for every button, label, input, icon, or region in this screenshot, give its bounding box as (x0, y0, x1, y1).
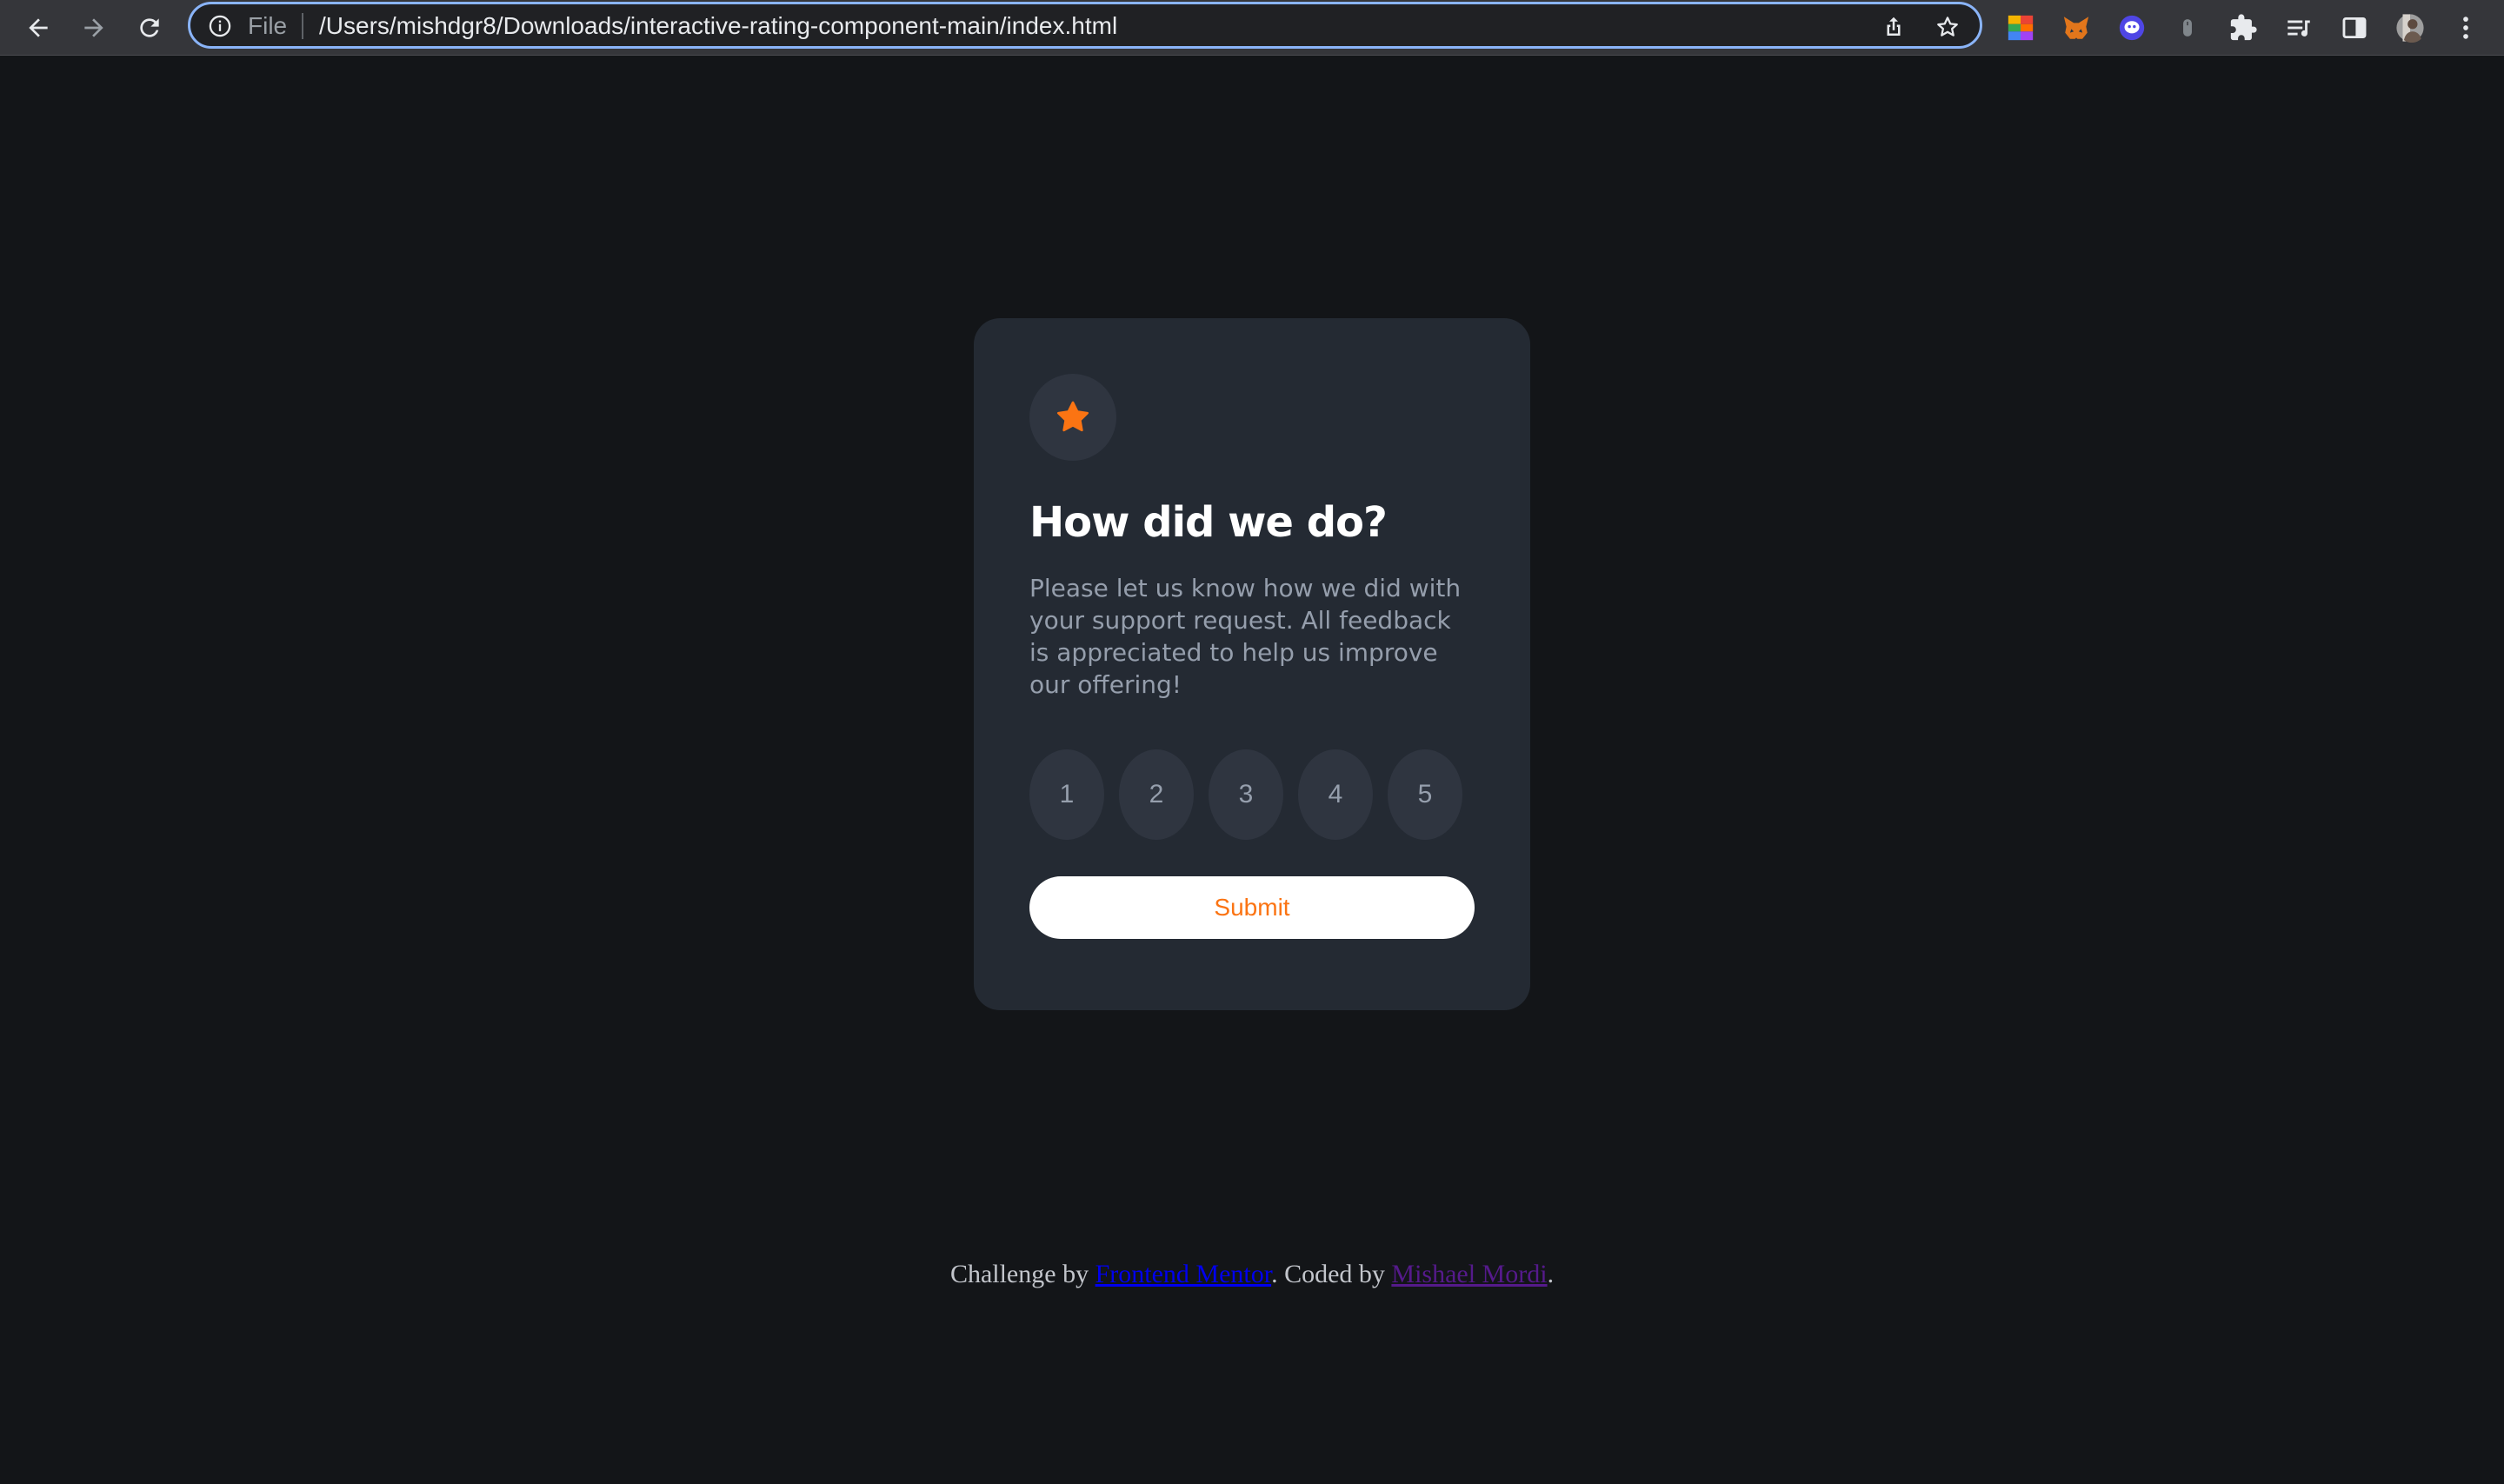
mouse-extension[interactable] (2170, 10, 2205, 45)
reload-icon (140, 18, 159, 37)
share-icon[interactable] (1881, 14, 1907, 40)
rating-button-2[interactable]: 2 (1119, 749, 1194, 840)
rating-button-4[interactable]: 4 (1298, 749, 1373, 840)
mouse-extension-icon (2183, 19, 2192, 37)
attribution: Challenge by Frontend Mentor. Coded by M… (0, 1257, 2504, 1292)
star-icon (1057, 401, 1089, 432)
reading-list-button[interactable] (2281, 10, 2316, 45)
puzzle-extensions-icon (2230, 14, 2257, 41)
back-button[interactable] (17, 7, 59, 49)
ghost-extension-icon (2119, 15, 2145, 41)
profile-avatar (2396, 14, 2424, 43)
forward-button[interactable] (73, 7, 115, 49)
rainbow-extension[interactable] (2003, 10, 2038, 45)
info-icon[interactable] (208, 14, 232, 38)
menu-dots-icon (2463, 17, 2468, 39)
attribution-suffix: . (1547, 1260, 1555, 1288)
profile-button[interactable] (2393, 10, 2427, 45)
metamask-fox-icon (2063, 17, 2089, 39)
side-panel-icon (2342, 17, 2367, 39)
rating-button-3[interactable]: 3 (1209, 749, 1283, 840)
submit-button[interactable]: Submit (1029, 876, 1475, 939)
forward-icon (84, 18, 103, 37)
rating-card: How did we do? Please let us know how we… (974, 318, 1530, 1010)
extensions-button[interactable] (2226, 10, 2261, 45)
rating-options: 1 2 3 4 5 (1029, 749, 1462, 840)
rainbow-extension-icon (2008, 15, 2034, 41)
reading-list-icon (2288, 20, 2310, 37)
omnibox-divider (302, 13, 303, 39)
side-panel-button[interactable] (2337, 10, 2372, 45)
back-icon (29, 18, 48, 37)
attribution-middle: . Coded by (1271, 1260, 1392, 1288)
card-description: Please let us know how we did with your … (1029, 574, 1462, 699)
frontend-mentor-link[interactable]: Frontend Mentor (1096, 1260, 1272, 1288)
metamask-extension[interactable] (2059, 10, 2094, 45)
url-text[interactable]: /Users/mishdgr8/Downloads/interactive-ra… (319, 11, 1117, 41)
star-badge (1029, 374, 1116, 461)
ghost-extension[interactable] (2114, 10, 2149, 45)
bookmark-star-icon[interactable] (1935, 14, 1961, 40)
attribution-prefix: Challenge by (949, 1260, 1096, 1288)
rating-button-1[interactable]: 1 (1029, 749, 1104, 840)
card-title: How did we do? (1029, 498, 1388, 547)
browser-menu-button[interactable] (2448, 10, 2483, 45)
reload-button[interactable] (129, 7, 170, 49)
browser-toolbar: File /Users/mishdgr8/Downloads/interacti… (0, 0, 2504, 56)
file-scheme-label: File (248, 12, 288, 39)
rating-button-5[interactable]: 5 (1388, 749, 1462, 840)
address-bar[interactable]: File /Users/mishdgr8/Downloads/interacti… (188, 2, 1982, 49)
author-link[interactable]: Mishael Mordi (1391, 1260, 1547, 1288)
